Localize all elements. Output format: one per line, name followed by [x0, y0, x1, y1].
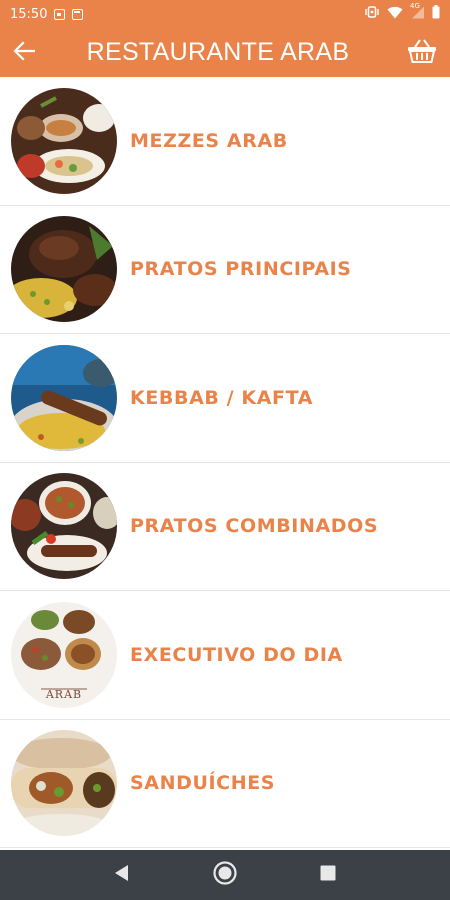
category-label: KEBBAB / KAFTA: [130, 386, 314, 409]
category-item-executivo-do-dia[interactable]: ARAB EXECUTIVO DO DIA: [0, 591, 450, 720]
category-list: MEZZES ARAB PRATOS PRINCIPAIS KEBBAB / K…: [0, 77, 450, 848]
network-type-label: 4G: [410, 1, 420, 10]
message-icon: [54, 8, 66, 20]
mezzes-thumbnail: [11, 87, 117, 194]
arrow-back-icon: [13, 40, 36, 65]
category-label: EXECUTIVO DO DIA: [130, 643, 343, 666]
calendar-icon: [72, 8, 84, 20]
category-item-mezzes[interactable]: MEZZES ARAB: [0, 77, 450, 206]
signal-icon: 4G: [410, 2, 425, 23]
home-circle-icon: [212, 860, 238, 890]
nav-back-button[interactable]: [102, 855, 142, 895]
category-label: MEZZES ARAB: [130, 129, 288, 152]
wifi-icon: [387, 6, 403, 23]
sanduiches-thumbnail: [11, 730, 117, 837]
back-triangle-icon: [114, 864, 130, 886]
app-bar: RESTAURANTE ARAB: [0, 28, 450, 77]
cart-button[interactable]: [394, 28, 450, 77]
status-bar: 15:50 4G: [0, 0, 450, 28]
battery-icon: [432, 5, 440, 23]
page-title: RESTAURANTE ARAB: [86, 38, 350, 66]
category-item-sanduiches[interactable]: SANDUÍCHES: [0, 719, 450, 848]
category-label: PRATOS COMBINADOS: [130, 515, 379, 538]
thumbnail-caption: ARAB: [45, 687, 83, 701]
vibrate-icon: [364, 6, 380, 22]
status-time: 15:50: [10, 6, 48, 22]
basket-icon: [407, 38, 437, 68]
nav-recents-button[interactable]: [308, 855, 348, 895]
back-button[interactable]: [2, 28, 46, 77]
category-item-pratos-combinados[interactable]: PRATOS COMBINADOS: [0, 462, 450, 591]
category-item-pratos-principais[interactable]: PRATOS PRINCIPAIS: [0, 205, 450, 334]
nav-home-button[interactable]: [205, 855, 245, 895]
kebbab-kafta-thumbnail: [11, 344, 117, 451]
system-nav-bar: [0, 850, 450, 900]
pratos-principais-thumbnail: [11, 216, 117, 323]
category-label: PRATOS PRINCIPAIS: [130, 258, 352, 281]
category-item-kebbab-kafta[interactable]: KEBBAB / KAFTA: [0, 334, 450, 463]
category-label: SANDUÍCHES: [130, 772, 276, 795]
recents-square-icon: [320, 865, 336, 885]
executivo-do-dia-thumbnail: ARAB: [11, 601, 117, 708]
pratos-combinados-thumbnail: [11, 473, 117, 580]
